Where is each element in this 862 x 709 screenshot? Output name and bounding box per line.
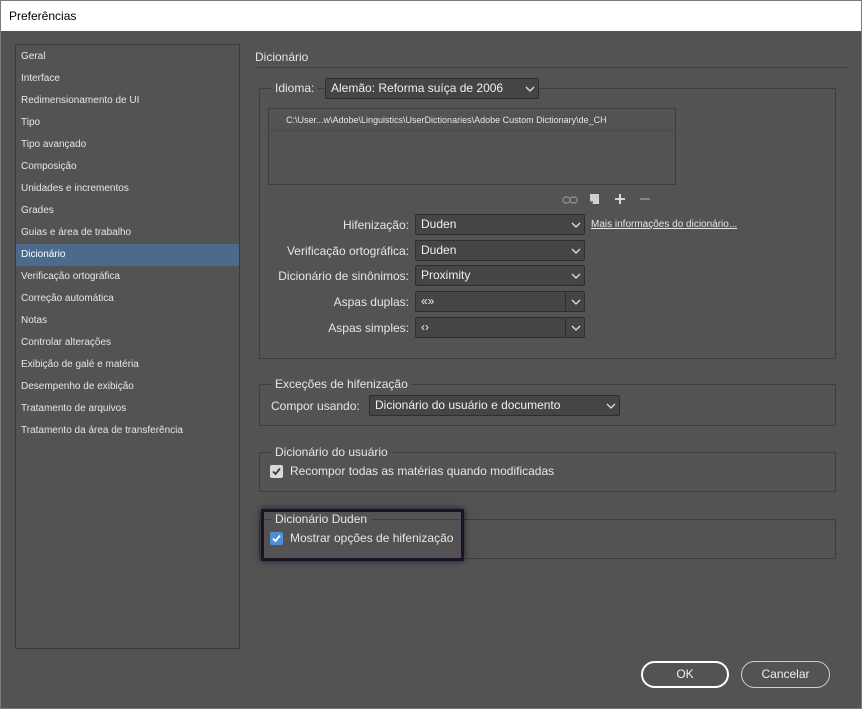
spelling-value: Duden	[421, 243, 457, 257]
compose-dropdown[interactable]: Dicionário do usuário e documento	[369, 395, 620, 416]
sidebar-item-file-handling[interactable]: Tratamento de arquivos	[16, 398, 239, 420]
chevron-down-icon	[525, 86, 535, 92]
window-title: Preferências	[9, 9, 77, 23]
language-dropdown[interactable]: Alemão: Reforma suíça de 2006	[325, 78, 539, 99]
sidebar-item-dictionary[interactable]: Dicionário	[16, 244, 239, 266]
single-quotes-value[interactable]: ‹›	[421, 320, 429, 334]
double-quotes-label: Aspas duplas:	[333, 295, 409, 309]
dictionary-list[interactable]: C:\User...w\Adobe\Linguistics\UserDictio…	[268, 108, 676, 185]
sidebar-item-galley-story[interactable]: Exibição de galé e matéria	[16, 354, 239, 376]
sidebar-item-composition[interactable]: Composição	[16, 156, 239, 178]
single-quotes-label: Aspas simples:	[328, 321, 409, 335]
spelling-dropdown[interactable]: Duden	[415, 240, 585, 261]
double-quotes-combo[interactable]: «»	[415, 291, 585, 312]
link-icon[interactable]	[561, 193, 579, 207]
sidebar-item-autocorrect[interactable]: Correção automática	[16, 288, 239, 310]
sidebar-item-interface[interactable]: Interface	[16, 68, 239, 90]
sidebar-item-advanced-type[interactable]: Tipo avançado	[16, 134, 239, 156]
sidebar-item-geral[interactable]: Geral	[16, 46, 239, 68]
chevron-down-icon	[571, 273, 581, 279]
user-dictionary-title: Dicionário do usuário	[271, 445, 392, 459]
chevron-down-icon[interactable]	[571, 297, 581, 307]
double-quotes-value[interactable]: «»	[421, 294, 434, 308]
thesaurus-value: Proximity	[421, 268, 471, 282]
single-quotes-combo[interactable]: ‹›	[415, 317, 585, 338]
hyphenation-dropdown[interactable]: Duden	[415, 214, 585, 235]
spelling-label: Verificação ortográfica:	[286, 244, 409, 258]
recompose-checkbox[interactable]	[270, 464, 283, 478]
sidebar-item-type[interactable]: Tipo	[16, 112, 239, 134]
sidebar-item-guides[interactable]: Guias e área de trabalho	[16, 222, 239, 244]
compose-label: Compor usando:	[271, 399, 360, 413]
cancel-button[interactable]: Cancelar	[741, 661, 830, 688]
chevron-down-icon	[606, 403, 616, 409]
sidebar-item-display-performance[interactable]: Desempenho de exibição	[16, 376, 239, 398]
chevron-down-icon	[571, 222, 581, 228]
new-page-icon[interactable]	[586, 192, 604, 206]
checkmark-icon	[272, 467, 281, 475]
recompose-label: Recompor todas as matérias quando modifi…	[290, 464, 555, 478]
plus-icon[interactable]	[611, 192, 629, 206]
hyphenation-label: Hifenização:	[342, 218, 409, 232]
chevron-down-icon	[571, 248, 581, 254]
sidebar-item-clipboard[interactable]: Tratamento da área de transferência	[16, 420, 239, 442]
section-title: Dicionário	[255, 50, 309, 64]
sidebar-item-units[interactable]: Unidades e incrementos	[16, 178, 239, 200]
more-info-link[interactable]: Mais informações do dicionário...	[591, 219, 737, 230]
sidebar-item-notes[interactable]: Notas	[16, 310, 239, 332]
ok-button[interactable]: OK	[641, 661, 729, 688]
hyphenation-exceptions-title: Exceções de hifenização	[271, 377, 412, 391]
thesaurus-dropdown[interactable]: Proximity	[415, 265, 585, 286]
sidebar-item-spelling[interactable]: Verificação ortográfica	[16, 266, 239, 288]
thesaurus-label: Dicionário de sinônimos:	[278, 269, 409, 283]
sidebar-item-track-changes[interactable]: Controlar alterações	[16, 332, 239, 354]
hyphenation-value: Duden	[421, 217, 457, 231]
sidebar-item-grids[interactable]: Grades	[16, 200, 239, 222]
highlight-box	[261, 509, 464, 561]
language-label: Idioma:	[271, 81, 319, 95]
compose-value: Dicionário do usuário e documento	[375, 398, 561, 412]
recompose-checkbox-row[interactable]: Recompor todas as matérias quando modifi…	[270, 464, 554, 478]
language-value: Alemão: Reforma suíça de 2006	[331, 81, 504, 95]
sidebar-item-ui-scaling[interactable]: Redimensionamento de UI	[16, 90, 239, 112]
minus-icon[interactable]	[636, 192, 654, 206]
chevron-down-icon[interactable]	[571, 323, 581, 333]
title-bar: Preferências	[0, 0, 862, 31]
sidebar: Geral Interface Redimensionamento de UI …	[15, 44, 240, 649]
list-item[interactable]: C:\User...w\Adobe\Linguistics\UserDictio…	[269, 109, 675, 131]
section-divider	[255, 67, 849, 68]
